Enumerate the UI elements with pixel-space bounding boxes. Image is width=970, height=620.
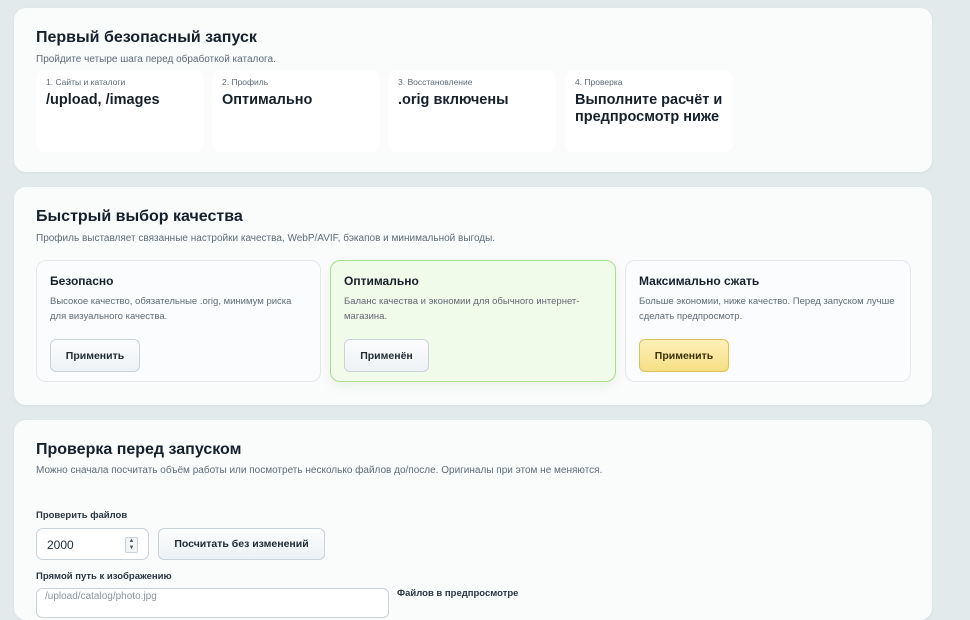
apply-max-button[interactable]: Применить (639, 339, 729, 372)
image-path-placeholder: /upload/catalog/photo.jpg (45, 591, 157, 602)
profile-card-title: Безопасно (50, 274, 114, 288)
quality-subtitle: Профиль выставляет связанные настройки к… (36, 233, 496, 244)
profile-card-description: Высокое качество, обязательные .orig, ми… (50, 296, 292, 322)
profile-card-description: Баланс качества и экономии для обычного … (344, 296, 580, 322)
step-check: 4. Проверка Выполните расчёт и предпросм… (565, 70, 733, 152)
profile-card-title: Максимально сжать (639, 274, 760, 288)
step-restore: 3. Восстановление .orig включены (388, 70, 556, 152)
profile-card-optimal: Оптимально Баланс качества и экономии дл… (330, 260, 616, 382)
files-count-value: 2000 (47, 538, 74, 552)
profile-card-safe: Безопасно Высокое качество, обязательные… (36, 260, 321, 382)
image-path-label: Прямой путь к изображению (36, 571, 172, 582)
step-value: Оптимально (222, 92, 313, 108)
first-launch-title: Первый безопасный запуск (36, 29, 257, 46)
step-label: 2. Профиль (222, 77, 269, 87)
profile-card-max: Максимально сжать Больше экономии, ниже … (625, 260, 911, 382)
applied-optimal-button[interactable]: Применён (344, 339, 429, 372)
image-path-input[interactable]: /upload/catalog/photo.jpg (36, 588, 389, 618)
step-label: 3. Восстановление (398, 77, 473, 87)
spinner-arrows-icon[interactable]: ▲ ▼ (125, 537, 138, 553)
files-count-label: Проверить файлов (36, 510, 128, 521)
precheck-panel: Проверка перед запуском Можно сначала по… (14, 420, 932, 620)
first-launch-panel: Первый безопасный запуск Пройдите четыре… (14, 8, 932, 172)
count-without-changes-button[interactable]: Посчитать без изменений (158, 528, 325, 560)
precheck-title: Проверка перед запуском (36, 441, 242, 458)
precheck-subtitle: Можно сначала посчитать объём работы или… (36, 465, 603, 476)
step-label: 1. Сайты и каталоги (46, 77, 126, 87)
quality-panel: Быстрый выбор качества Профиль выставляе… (14, 187, 932, 405)
apply-safe-button[interactable]: Применить (50, 339, 140, 372)
step-label: 4. Проверка (575, 77, 623, 87)
preview-files-label: Файлов в предпросмотре (397, 588, 519, 599)
files-count-input[interactable]: 2000 ▲ ▼ (36, 528, 149, 560)
step-value: Выполните расчёт и предпросмотр ниже (575, 92, 723, 125)
step-sites: 1. Сайты и каталоги /upload, /images (36, 70, 204, 152)
step-value: /upload, /images (46, 92, 160, 108)
step-profile: 2. Профиль Оптимально (212, 70, 380, 152)
profile-card-title: Оптимально (344, 274, 419, 288)
quality-title: Быстрый выбор качества (36, 208, 243, 225)
profile-card-description: Больше экономии, ниже качество. Перед за… (639, 296, 895, 322)
first-launch-subtitle: Пройдите четыре шага перед обработкой ка… (36, 54, 276, 65)
step-value: .orig включены (398, 92, 509, 108)
